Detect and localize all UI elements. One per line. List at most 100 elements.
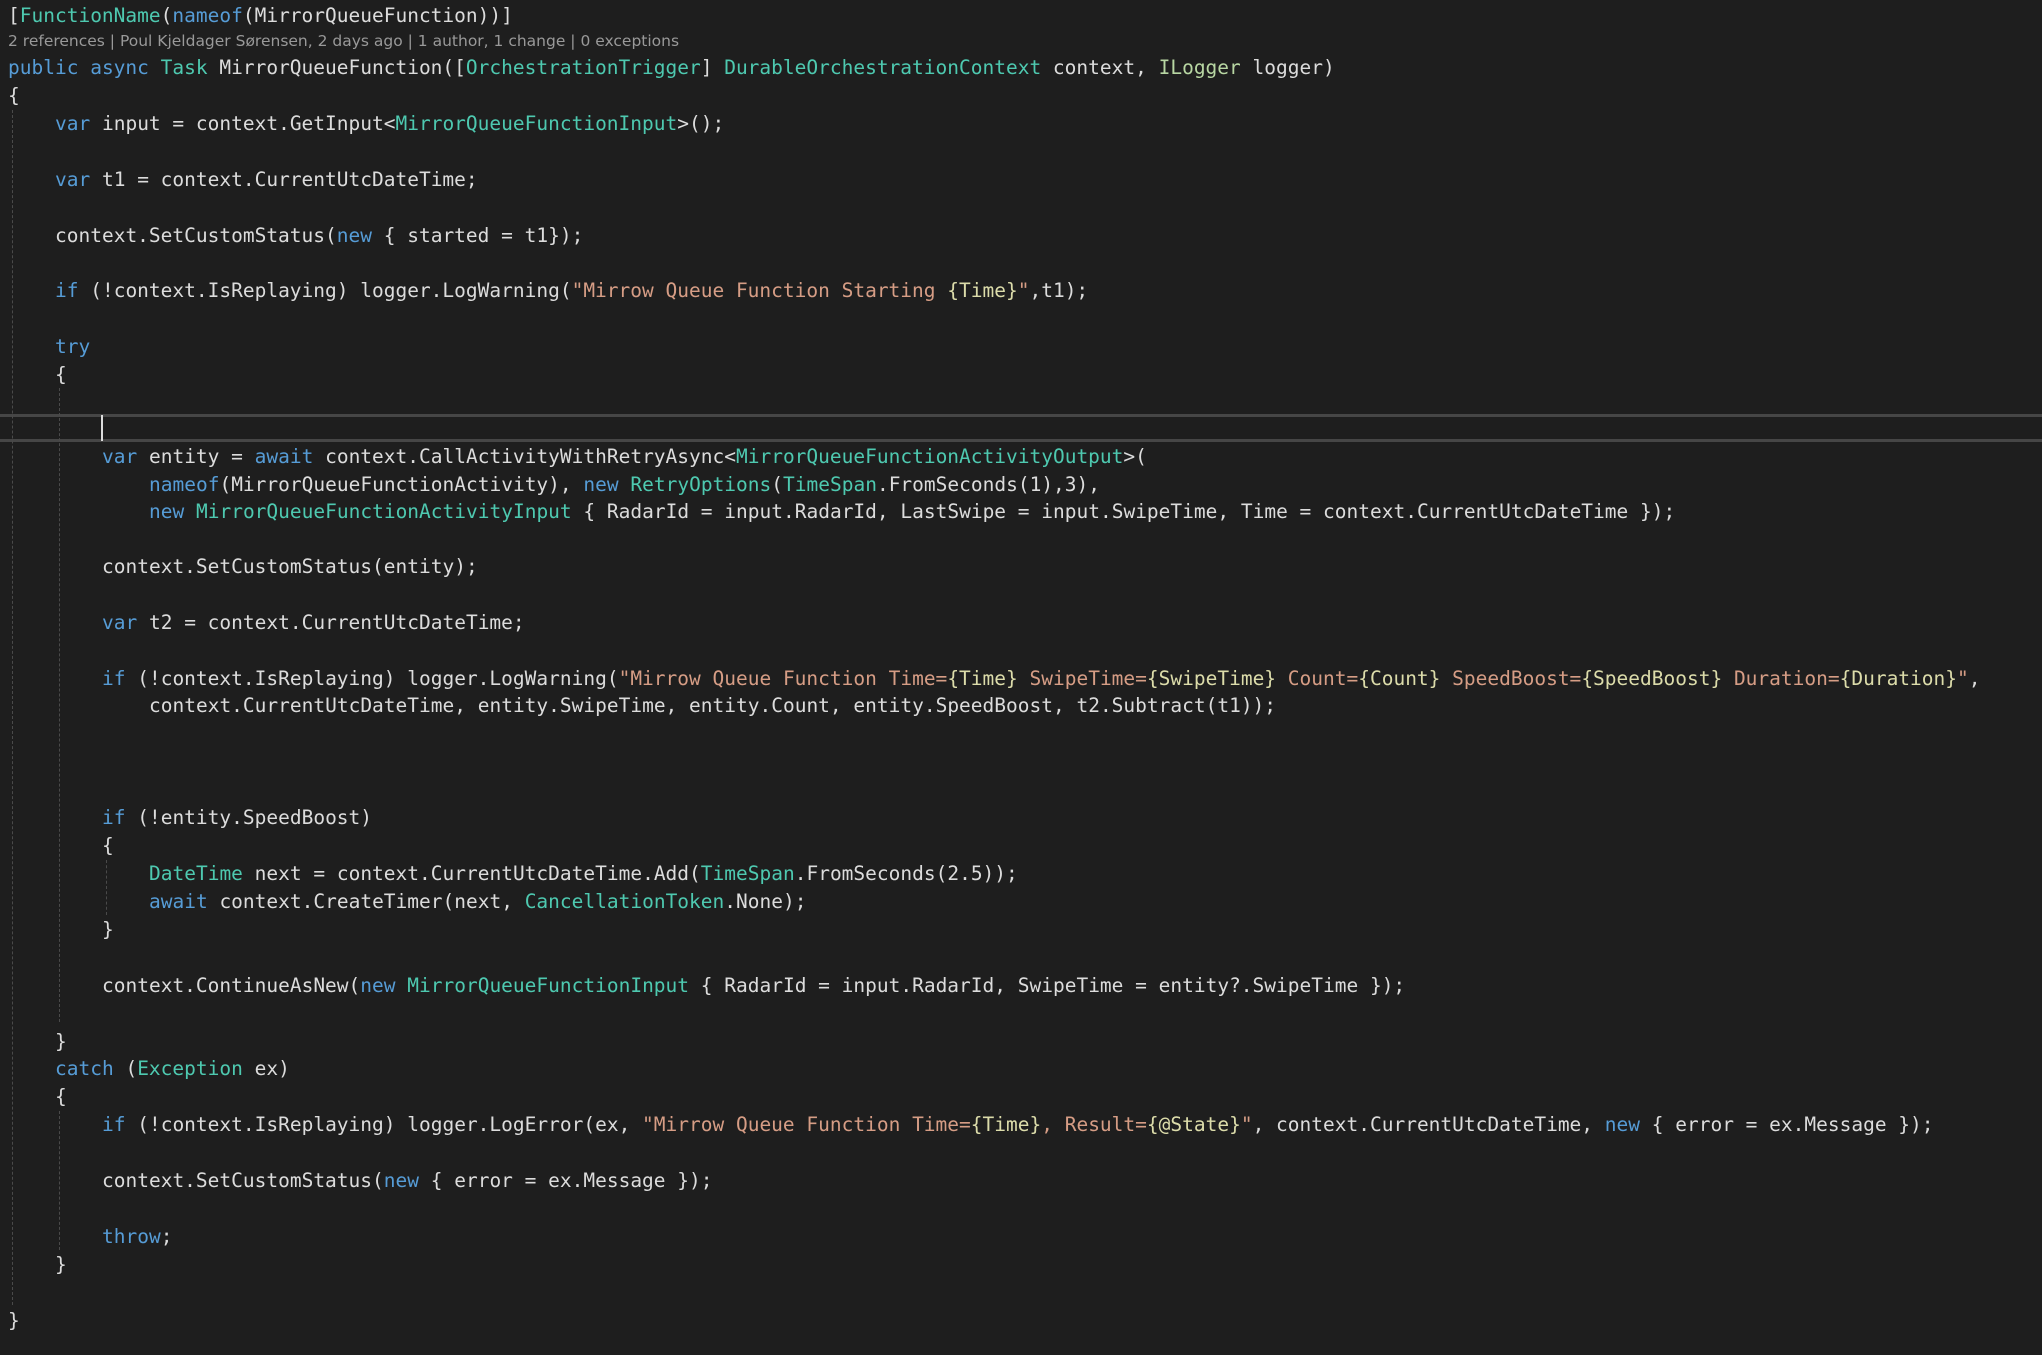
code-token: } bbox=[8, 1309, 20, 1332]
code-line[interactable]: var t1 = context.CurrentUtcDateTime; bbox=[55, 166, 478, 194]
code-line[interactable]: nameof(MirrorQueueFunctionActivity), new… bbox=[149, 471, 1100, 499]
code-token: new bbox=[583, 473, 619, 496]
code-token: {Count} bbox=[1358, 667, 1441, 690]
code-line[interactable]: } bbox=[8, 1307, 20, 1335]
code-token: , context.CurrentUtcDateTime, bbox=[1252, 1113, 1605, 1136]
code-line[interactable]: context.SetCustomStatus(new { started = … bbox=[55, 222, 583, 250]
code-token: " bbox=[1957, 667, 1969, 690]
code-token: nameof bbox=[149, 473, 220, 496]
indent-guide bbox=[59, 388, 60, 1022]
code-line[interactable]: var t2 = context.CurrentUtcDateTime; bbox=[102, 609, 525, 637]
code-token: , bbox=[1968, 667, 1981, 690]
code-line[interactable]: } bbox=[55, 1028, 67, 1056]
code-token: (!entity.SpeedBoost) bbox=[125, 806, 373, 829]
code-line[interactable]: { bbox=[102, 832, 114, 860]
code-token: new bbox=[383, 1169, 419, 1192]
indent-guide bbox=[12, 110, 13, 1305]
code-line[interactable]: await context.CreateTimer(next, Cancella… bbox=[149, 888, 806, 916]
code-token: context.CallActivityWithRetryAsync< bbox=[313, 445, 736, 468]
code-token: context, bbox=[1041, 56, 1159, 79]
code-token: Duration= bbox=[1722, 667, 1840, 690]
code-token: {Duration} bbox=[1839, 667, 1958, 690]
code-token: { RadarId = input.RadarId, LastSwipe = i… bbox=[571, 500, 1676, 523]
code-token: SpeedBoost= bbox=[1440, 667, 1582, 690]
code-token: var bbox=[55, 168, 91, 191]
code-token: MirrorQueueFunctionActivityInput bbox=[195, 500, 572, 523]
code-token: new bbox=[1604, 1113, 1641, 1136]
code-line[interactable]: if (!context.IsReplaying) logger.LogErro… bbox=[102, 1111, 1934, 1139]
code-token: public bbox=[8, 56, 79, 79]
code-token: ex) bbox=[242, 1057, 290, 1080]
code-token: ( bbox=[160, 4, 173, 27]
code-token: } bbox=[55, 1253, 67, 1276]
code-line[interactable]: try bbox=[55, 333, 90, 361]
code-line[interactable]: if (!context.IsReplaying) logger.LogWarn… bbox=[55, 277, 1088, 305]
code-token: context.CurrentUtcDateTime, entity.Swipe… bbox=[149, 694, 1277, 717]
code-line[interactable]: context.SetCustomStatus(entity); bbox=[102, 553, 478, 581]
code-token: } bbox=[102, 918, 114, 941]
code-token: var bbox=[55, 112, 91, 135]
code-token: TimeSpan bbox=[700, 862, 795, 885]
code-token: " bbox=[1017, 279, 1030, 302]
code-line[interactable]: context.CurrentUtcDateTime, entity.Swipe… bbox=[149, 692, 1276, 720]
code-token: OrchestrationTrigger bbox=[465, 56, 701, 79]
code-token: (!context.IsReplaying) logger.LogWarning… bbox=[78, 279, 572, 302]
code-token: new bbox=[149, 500, 185, 523]
code-token: (!context.IsReplaying) logger.LogError(e… bbox=[125, 1113, 643, 1136]
indent-guide bbox=[106, 860, 107, 915]
code-token: CancellationToken bbox=[524, 890, 725, 913]
code-token: var bbox=[102, 445, 138, 468]
code-token: ] bbox=[700, 56, 725, 79]
code-token: DateTime bbox=[149, 862, 243, 885]
code-line[interactable]: { bbox=[8, 82, 20, 110]
code-token: MirrorQueueFunction([ bbox=[207, 56, 466, 79]
code-token: entity = bbox=[137, 445, 255, 468]
code-token: try bbox=[55, 335, 91, 358]
code-token: (!context.IsReplaying) logger.LogWarning… bbox=[125, 667, 619, 690]
code-token: .FromSeconds(2.5)); bbox=[794, 862, 1018, 885]
code-token: ILogger bbox=[1158, 56, 1241, 79]
code-token: async bbox=[90, 56, 149, 79]
code-token: { bbox=[8, 84, 20, 107]
code-token: >( bbox=[1123, 445, 1147, 468]
code-token: (MirrorQueueFunctionActivity), bbox=[219, 473, 584, 496]
code-line[interactable]: { bbox=[55, 1083, 67, 1111]
code-token: MirrorQueueFunctionInput bbox=[395, 112, 678, 135]
code-token: Count= bbox=[1276, 667, 1359, 690]
code-line[interactable]: if (!entity.SpeedBoost) bbox=[102, 804, 372, 832]
code-token: ; bbox=[160, 1225, 173, 1248]
code-line[interactable]: if (!context.IsReplaying) logger.LogWarn… bbox=[102, 665, 1981, 693]
code-line[interactable]: var input = context.GetInput<MirrorQueue… bbox=[55, 110, 724, 138]
text-cursor bbox=[101, 415, 103, 441]
code-line[interactable]: } bbox=[55, 1251, 67, 1279]
code-token: "Mirrow Queue Function Starting bbox=[571, 279, 948, 302]
code-token: input = context.GetInput< bbox=[90, 112, 396, 135]
code-token: next = context.CurrentUtcDateTime.Add( bbox=[242, 862, 701, 885]
code-token: new bbox=[360, 974, 396, 997]
code-token: { error = ex.Message }); bbox=[419, 1169, 713, 1192]
code-token: t2 = context.CurrentUtcDateTime; bbox=[137, 611, 525, 634]
code-token: MirrorQueueFunctionActivityOutput bbox=[735, 445, 1124, 468]
code-token: Exception bbox=[137, 1057, 243, 1080]
code-line[interactable]: { bbox=[55, 361, 67, 389]
code-editor[interactable]: 2 references | Poul Kjeldager Sørensen, … bbox=[0, 0, 2042, 1355]
code-line[interactable]: throw; bbox=[102, 1223, 172, 1251]
code-line[interactable]: [FunctionName(nameof(MirrorQueueFunction… bbox=[8, 2, 513, 30]
code-token: new bbox=[336, 224, 372, 247]
code-token: if bbox=[102, 667, 126, 690]
code-token: { bbox=[55, 1085, 67, 1108]
code-line[interactable]: DateTime next = context.CurrentUtcDateTi… bbox=[149, 860, 1018, 888]
code-line[interactable]: new MirrorQueueFunctionActivityInput { R… bbox=[149, 498, 1675, 526]
code-token: { bbox=[55, 363, 67, 386]
codelens-info[interactable]: 2 references | Poul Kjeldager Sørensen, … bbox=[8, 30, 679, 52]
code-token: (MirrorQueueFunction))] bbox=[242, 4, 513, 27]
code-token: Task bbox=[160, 56, 208, 79]
code-line[interactable]: context.ContinueAsNew(new MirrorQueueFun… bbox=[102, 972, 1405, 1000]
code-line[interactable]: public async Task MirrorQueueFunction([O… bbox=[8, 54, 1335, 82]
code-line[interactable]: context.SetCustomStatus(new { error = ex… bbox=[102, 1167, 713, 1195]
code-line[interactable]: catch (Exception ex) bbox=[55, 1055, 290, 1083]
code-token: FunctionName bbox=[19, 4, 161, 27]
code-line[interactable]: } bbox=[102, 916, 114, 944]
code-line[interactable]: var entity = await context.CallActivityW… bbox=[102, 443, 1147, 471]
